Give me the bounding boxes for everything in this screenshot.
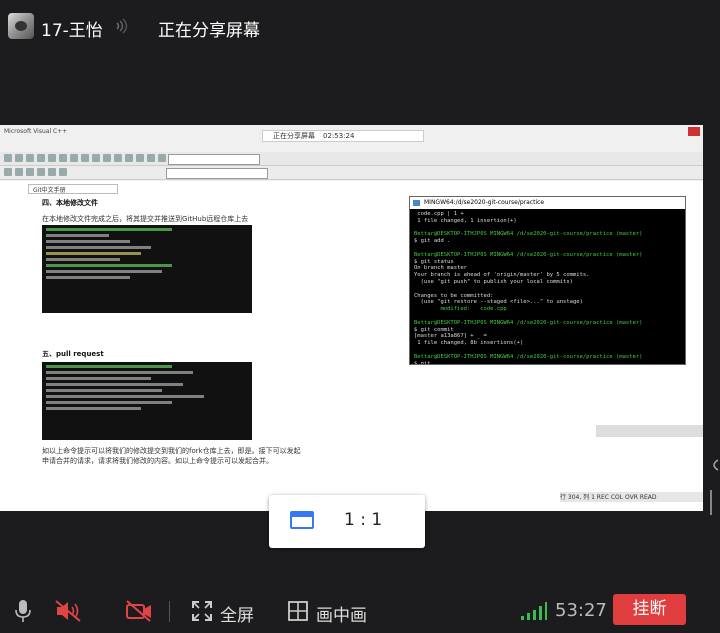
terminal-line: [master a13a867] + _ =: [414, 333, 487, 340]
terminal-line: $ git: [414, 360, 431, 365]
app-menu-bar: [0, 140, 703, 150]
signal-strength-icon: [521, 602, 547, 620]
pip-label[interactable]: 画中画: [316, 601, 367, 626]
terminal-line: (use "git restore --staged <file>..." to…: [414, 299, 583, 306]
terminal-line: Bettar@DESKTOP-ITHJP0S MINGW64 /d/se2020…: [414, 251, 643, 258]
view-ratio-popup[interactable]: 1 : 1: [269, 495, 425, 548]
app-toolbar-2: [0, 166, 703, 180]
doc-terminal-image-1: [42, 225, 252, 313]
terminal-line: 1 file changed, 1 insertion(+): [414, 217, 517, 224]
terminal-line: $ git add .: [414, 238, 451, 245]
window-icon: [290, 511, 314, 529]
avatar[interactable]: [8, 13, 34, 39]
mic-icon[interactable]: [12, 599, 34, 623]
terminal-line: Your branch is ahead of 'origin/master' …: [414, 272, 590, 279]
voice-activity-icon: [116, 18, 128, 34]
terminal-line: Bettar@DESKTOP-ITHJP0S MINGW64 /d/se2020…: [414, 319, 643, 326]
doc-paragraph: 如以上命令提示可以将我们的修改提交到我们的fork仓库上去，即是。接下可以发起申…: [42, 447, 301, 465]
hangup-button[interactable]: 挂断: [613, 594, 686, 625]
share-time: 02:53:24: [323, 132, 355, 140]
video-off-icon[interactable]: [124, 599, 154, 623]
terminal-line: Changes to be committed:: [414, 292, 494, 299]
doc-subheading: 五、pull request: [42, 350, 104, 358]
app-toolbar: [0, 152, 703, 166]
doc-terminal-image-2: [42, 362, 252, 440]
toolbar-combo[interactable]: [168, 154, 260, 165]
terminal-line: On branch master: [414, 265, 467, 272]
share-status-label: 正在分享屏幕: [158, 21, 260, 41]
fullscreen-icon[interactable]: [191, 600, 213, 622]
picture-in-picture-icon[interactable]: [287, 600, 309, 622]
top-bar: 17-王怡 正在分享屏幕: [0, 0, 720, 54]
terminal-title: MINGW64:/d/se2020-git-course/practice: [410, 197, 685, 209]
terminal-line: Bettar@DESKTOP-ITHJP0S MINGW64 /d/se2020…: [414, 231, 643, 238]
terminal-line: 1 file changed, 8b insertions(+): [414, 340, 524, 347]
call-timer: 53:27: [555, 600, 607, 621]
system-tray: [596, 425, 703, 437]
fullscreen-label[interactable]: 全屏: [220, 601, 254, 626]
terminal-line: code.cpp | 1 +: [414, 211, 464, 217]
ratio-label: 1 : 1: [344, 510, 383, 530]
sharer-name: 17-王怡: [41, 21, 103, 41]
terminal-line: (use "git push" to publish your local co…: [414, 278, 573, 285]
window-close-icon[interactable]: [688, 127, 700, 136]
doc-heading: 四、本地修改文件: [42, 199, 98, 207]
shared-screen: Microsoft Visual C++ 正在分享屏幕 02:53:24 Git…: [0, 125, 703, 511]
control-divider: [169, 601, 170, 622]
terminal-line: Bettar@DESKTOP-ITHJP0S MINGW64 /d/se2020…: [414, 353, 643, 360]
git-terminal-window[interactable]: MINGW64:/d/se2020-git-course/practice co…: [409, 196, 686, 365]
doc-tab[interactable]: Git中文手册: [28, 184, 118, 194]
editor-status-bar: 行 304, 列 1 REC COL OVR READ: [560, 492, 703, 502]
speaker-muted-icon[interactable]: [54, 599, 84, 623]
toolbar-icons-2: [0, 166, 703, 178]
app-title: Microsoft Visual C++: [4, 128, 68, 135]
toolbar-icons: [0, 152, 703, 164]
terminal-line: $ git status: [414, 258, 454, 265]
toolbar-combo-2[interactable]: [166, 168, 268, 179]
control-bar: 全屏 画中画 53:27 挂断: [0, 582, 720, 633]
terminal-line: modified: code.cpp: [414, 306, 507, 313]
terminal-line: $ git commit: [414, 326, 454, 333]
side-handle-icon[interactable]: [708, 455, 720, 525]
doc-text: 在本地修改文件完成之后，将其提交并推送到GitHub远程仓库上去: [42, 215, 249, 223]
document-area: Git中文手册 四、本地修改文件 在本地修改文件完成之后，将其提交并推送到Git…: [0, 181, 415, 511]
terminal-output: code.cpp | 1 + 1 file changed, 1 inserti…: [410, 209, 685, 365]
